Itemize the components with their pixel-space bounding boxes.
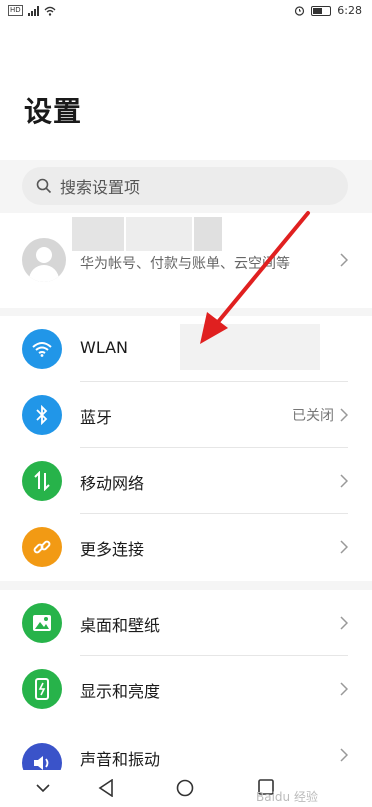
item-label: 显示和亮度 bbox=[80, 682, 161, 701]
blurred-name bbox=[126, 217, 192, 251]
chevron-right-icon bbox=[340, 748, 348, 762]
hd-badge: HD bbox=[8, 5, 23, 16]
battery-icon bbox=[311, 5, 332, 16]
wifi-status-icon bbox=[44, 6, 56, 16]
settings-item-mobile-network[interactable]: 移动网络 bbox=[0, 448, 372, 514]
wallpaper-icon bbox=[22, 603, 62, 643]
item-label: WLAN bbox=[80, 338, 129, 357]
search-icon bbox=[36, 178, 52, 194]
settings-item-display[interactable]: 显示和亮度 bbox=[0, 656, 372, 722]
status-time: 6:28 bbox=[337, 4, 362, 17]
home-icon[interactable] bbox=[176, 779, 194, 797]
chevron-right-icon bbox=[340, 408, 348, 422]
settings-item-wlan[interactable]: WLAN bbox=[0, 316, 372, 382]
bluetooth-icon bbox=[22, 395, 62, 435]
connectivity-group: WLAN 蓝牙 已关闭 移动网络 更多连接 bbox=[0, 316, 372, 581]
alarm-icon bbox=[295, 6, 305, 16]
settings-item-wallpaper[interactable]: 桌面和壁纸 bbox=[0, 590, 372, 656]
chevron-right-icon bbox=[340, 682, 348, 696]
account-description: 华为帐号、付款与账单、云空间等 bbox=[80, 256, 290, 272]
wifi-icon bbox=[22, 329, 62, 369]
search-placeholder: 搜索设置项 bbox=[60, 178, 141, 197]
chevron-right-icon bbox=[340, 540, 348, 554]
blurred-name bbox=[194, 217, 222, 251]
item-label: 声音和振动 bbox=[80, 750, 161, 769]
chevron-right-icon bbox=[340, 253, 348, 267]
signal-icon bbox=[27, 5, 39, 16]
settings-item-more-connections[interactable]: 更多连接 bbox=[0, 514, 372, 580]
mobile-data-icon bbox=[22, 461, 62, 501]
search-input[interactable]: 搜索设置项 bbox=[22, 167, 348, 205]
item-label: 移动网络 bbox=[80, 474, 145, 493]
avatar bbox=[22, 238, 66, 282]
item-value: 已关闭 bbox=[292, 408, 334, 424]
header: 设置 bbox=[0, 22, 372, 160]
collapse-icon[interactable] bbox=[36, 783, 50, 793]
blurred-network-name bbox=[180, 324, 320, 370]
account-card[interactable]: 华为帐号、付款与账单、云空间等 bbox=[0, 213, 372, 308]
chevron-right-icon bbox=[340, 616, 348, 630]
link-icon bbox=[22, 527, 62, 567]
page-title: 设置 bbox=[24, 95, 83, 128]
settings-item-bluetooth[interactable]: 蓝牙 已关闭 bbox=[0, 382, 372, 448]
blurred-name bbox=[72, 217, 124, 251]
display-icon bbox=[22, 669, 62, 709]
watermark: Baidu 经验 bbox=[256, 790, 318, 804]
chevron-right-icon bbox=[340, 474, 348, 488]
item-label: 蓝牙 bbox=[80, 408, 113, 427]
item-label: 更多连接 bbox=[80, 540, 145, 559]
item-label: 桌面和壁纸 bbox=[80, 616, 161, 635]
status-bar: HD 6:28 bbox=[0, 0, 372, 22]
display-group: 桌面和壁纸 显示和亮度 声音和振动 bbox=[0, 590, 372, 783]
back-icon[interactable] bbox=[98, 779, 114, 797]
